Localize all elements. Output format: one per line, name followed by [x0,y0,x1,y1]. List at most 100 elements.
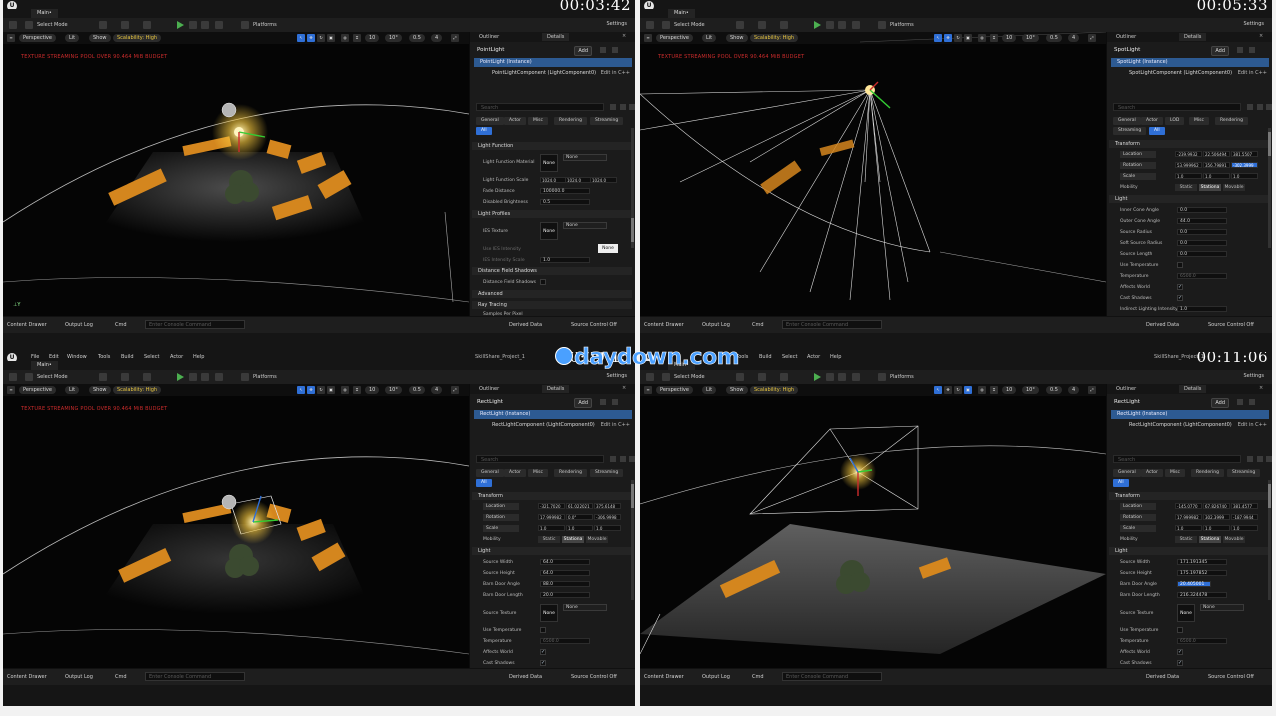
details-scrollbar[interactable] [631,480,634,600]
select-mode-button[interactable]: Select Mode [674,373,705,381]
gear-icon[interactable] [1266,104,1272,110]
menu-tools[interactable]: Tools [98,354,110,360]
scale-snap-value[interactable]: 0.5 [1046,34,1062,42]
edit-in-cpp-link[interactable]: Edit in C++ [1238,69,1267,78]
mobility-static[interactable]: Static [1175,184,1197,191]
grid-snap-value[interactable]: 10 [365,34,380,42]
location-dropdown[interactable]: Location [1120,151,1156,158]
star-icon[interactable] [620,104,626,110]
source-texture-dropdown[interactable]: None [1200,604,1244,611]
scalability-button[interactable]: Scalability: High [750,34,799,42]
content-icon[interactable] [736,373,744,381]
component-row[interactable]: RectLightComponent (LightComponent0) Edi… [1111,421,1269,430]
filter-actor[interactable]: Actor [504,469,526,477]
scale-z[interactable]: 1.0 [1231,525,1258,531]
angle-snap-value[interactable]: 10° [385,34,402,42]
indirect-intensity-value[interactable]: 1.0 [1177,306,1227,312]
affects-world-checkbox[interactable]: ✓ [1177,284,1183,290]
world-space-icon[interactable]: ◍ [341,34,349,42]
tab-details[interactable]: Details [1179,33,1207,41]
play-icon[interactable] [814,373,821,381]
step-icon[interactable] [189,373,197,381]
platforms-button[interactable]: Platforms [890,373,914,381]
fade-distance-value[interactable]: 100000.0 [540,188,590,194]
filter-streaming[interactable]: Streaming [590,117,624,125]
grid-view-icon[interactable] [610,104,616,110]
instance-row[interactable]: PointLight (Instance) [474,58,632,67]
platforms-button[interactable]: Platforms [890,21,914,29]
location-dropdown[interactable]: Location [483,503,519,510]
platforms-icon[interactable] [241,21,249,29]
surface-snap-icon[interactable]: ⌗ [353,386,361,394]
content-drawer-button[interactable]: Content Drawer [7,322,47,328]
level-viewport[interactable]: ≡ Perspective Lit Show Scalability: High… [3,32,469,316]
rotation-dropdown[interactable]: Rotation [1120,162,1156,169]
cinematics-icon[interactable] [143,21,151,29]
settings-button[interactable]: Settings [606,373,627,379]
play-icon[interactable] [814,21,821,29]
stop-icon[interactable] [838,21,846,29]
content-drawer-button[interactable]: Content Drawer [7,674,47,680]
select-mode-icon[interactable] [25,21,33,29]
source-control-button[interactable]: Source Control Off [1208,322,1254,328]
world-space-icon[interactable]: ◍ [978,386,986,394]
filter-misc[interactable]: Misc [528,469,548,477]
filter-general[interactable]: General [1113,117,1141,125]
scale-x[interactable]: 1.0 [538,525,565,531]
add-component-button[interactable]: Add [1211,46,1229,56]
content-icon[interactable] [99,21,107,29]
tab-outliner[interactable]: Outliner [474,33,504,41]
filter-misc[interactable]: Misc [1189,117,1209,125]
cmd-button[interactable]: Cmd [115,674,127,680]
lf-scale-y[interactable]: 1024.0 [565,177,592,183]
grid-view-icon[interactable] [610,456,616,462]
filter-rendering[interactable]: Rendering [1191,469,1224,477]
save-icon[interactable] [9,373,17,381]
mobility-stationary[interactable]: Stationa [562,536,584,543]
close-icon[interactable]: × [622,33,626,39]
maximize-viewport-icon[interactable]: ⤢ [451,34,459,42]
barn-door-length-value[interactable]: 216.324478 [1177,592,1227,598]
save-icon[interactable] [646,21,654,29]
scale-z[interactable]: 1.0 [1231,173,1258,179]
source-width-value[interactable]: 171.191345 [1177,559,1227,565]
menu-actor[interactable]: Actor [807,354,820,360]
settings-button[interactable]: Settings [1243,21,1264,27]
viewport-menu-icon[interactable]: ≡ [7,386,15,394]
step-icon[interactable] [826,373,834,381]
derived-data-button[interactable]: Derived Data [509,322,542,328]
rotate-tool-icon[interactable]: ↻ [954,34,962,42]
rotation-y[interactable]: 302.3999 [1203,514,1230,520]
blueprint-icon[interactable] [600,399,606,405]
source-height-value[interactable]: 64.0 [540,570,590,576]
tab-details[interactable]: Details [542,385,570,393]
select-tool-icon[interactable]: ↖ [297,386,305,394]
ies-texture-thumb[interactable]: None [540,222,558,240]
gear-icon[interactable] [1266,456,1272,462]
dfs-checkbox[interactable] [540,279,546,285]
menu-select[interactable]: Select [144,354,159,360]
disabled-brightness-value[interactable]: 0.5 [540,199,590,205]
filter-actor[interactable]: Actor [504,117,526,125]
add-component-button[interactable]: Add [574,398,592,408]
mobility-stationary[interactable]: Stationa [1199,184,1221,191]
perspective-button[interactable]: Perspective [656,386,693,394]
translate-tool-icon[interactable]: ✥ [944,386,952,394]
translate-tool-icon[interactable]: ✥ [944,34,952,42]
mobility-static[interactable]: Static [1175,536,1197,543]
section-light-profiles[interactable]: Light Profiles [472,210,632,218]
menu-file[interactable]: File [31,354,39,360]
show-button[interactable]: Show [726,386,748,394]
barn-door-length-value[interactable]: 20.0 [540,592,590,598]
maximize-viewport-icon[interactable]: ⤢ [451,386,459,394]
rotate-tool-icon[interactable]: ↻ [954,386,962,394]
filter-streaming[interactable]: Streaming [590,469,624,477]
scale-x[interactable]: 1.0 [1175,173,1202,179]
barn-door-angle-value[interactable]: 20.405001 [1177,581,1211,587]
instance-row[interactable]: RectLight (Instance) [1111,410,1269,419]
platforms-icon[interactable] [241,373,249,381]
source-control-button[interactable]: Source Control Off [571,674,617,680]
rotation-z[interactable]: -187.9944 [1231,514,1258,520]
stop-icon[interactable] [201,21,209,29]
play-icon[interactable] [177,21,184,29]
